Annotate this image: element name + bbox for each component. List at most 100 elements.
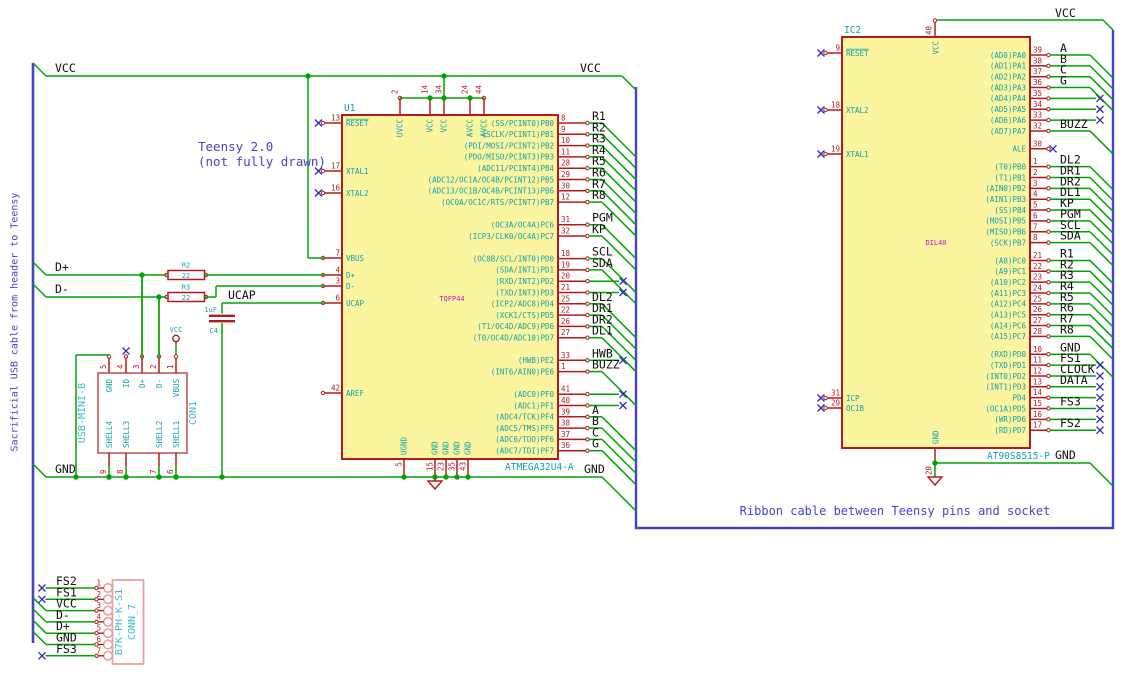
pin-number: 16 (1033, 410, 1043, 419)
pin-end (1046, 175, 1051, 180)
pin-name: (AD1)PA1 (990, 62, 1026, 71)
pin-name: (PDO/MISO/PCINT3)PB3 (464, 153, 554, 162)
pin-end (1046, 146, 1051, 152)
component-value: 1uF (204, 306, 217, 314)
pin-name: (TXD)PD1 (990, 361, 1026, 370)
pin-end (585, 414, 590, 419)
component-value: 22 (182, 294, 190, 302)
pin-number: 31 (831, 389, 840, 398)
net-label: SDA (592, 256, 613, 270)
pin-number: 26 (1033, 305, 1043, 314)
pin-number: 28 (1033, 327, 1043, 336)
pin-name: (T1/OC4D/ADC9)PD6 (477, 322, 554, 331)
pin-name: ID (122, 379, 131, 389)
pin-name: D+ (138, 379, 147, 389)
pin-end (585, 290, 590, 295)
pin-number: 24 (461, 84, 470, 94)
pin-name: (OC0B/SCL/INT0)PD0 (473, 254, 555, 263)
pin-end (1046, 63, 1051, 69)
pin-name: (HWB)PE2 (518, 356, 554, 365)
component-ref: R3 (182, 284, 190, 292)
pin-number: 8 (1033, 233, 1038, 242)
pin-number: 6 (96, 635, 101, 644)
pin-socket (102, 605, 114, 616)
pin-number: 18 (831, 101, 841, 110)
pin-number: 23 (1033, 273, 1042, 282)
pin-end (585, 166, 590, 171)
net-label: BUZZ (1060, 117, 1088, 131)
pin-end (1046, 334, 1051, 339)
pin-end (1046, 362, 1051, 368)
pin-number: 25 (1033, 294, 1042, 303)
pin-end (585, 132, 590, 137)
pin-number: 22 (1033, 262, 1042, 271)
net-label: DATA (1060, 373, 1088, 387)
pin-name: (AD6)PA6 (990, 116, 1027, 125)
pin-name: (SS/PCINT0)PB0 (491, 119, 555, 128)
pin-end (320, 120, 326, 126)
pin-name: RESET (846, 49, 869, 58)
pin-name: (MISO)PB6 (985, 228, 1026, 237)
pin-number: 39 (561, 407, 570, 416)
pin-number: 44 (475, 84, 484, 94)
pin-number: 1 (166, 364, 175, 369)
pin-name: (ADC6/TDO)PF6 (495, 435, 554, 444)
pin-name: (A9)PC1 (994, 267, 1026, 276)
pin-end (1046, 74, 1051, 79)
pin-name: (MOSI)PB5 (985, 217, 1026, 226)
pin-end (1046, 269, 1051, 274)
pin-number: 8 (561, 114, 566, 123)
pin-name: (A15)PC7 (990, 332, 1026, 341)
pin-number: 4 (335, 266, 340, 275)
pin-number: 21 (1033, 251, 1042, 260)
pin-name: (ADC7/TDI)PF7 (495, 447, 554, 456)
pin-name: (ICP3/CLK0/OC4A)PC7 (468, 232, 554, 241)
net-label: FS3 (1060, 395, 1081, 409)
pin-name: SHELL4 (105, 420, 114, 448)
pin-name: (AD2)PA2 (990, 73, 1026, 82)
component-ref: CON1 (188, 401, 199, 425)
pin-number: 32 (561, 227, 570, 236)
component-ref: IC2 (844, 25, 861, 36)
pin-number: 35 (1033, 89, 1042, 98)
pin-number: 6 (1033, 211, 1038, 220)
pin-end (1046, 164, 1051, 169)
wire (1089, 176, 1114, 202)
wire (1089, 54, 1114, 79)
pin-name: RESET (346, 119, 369, 128)
pin-number: 10 (561, 136, 571, 145)
pin-name: (INT6/AIN0)PE6 (491, 367, 555, 376)
net-label: GND (1055, 448, 1076, 462)
pin-socket (102, 639, 114, 650)
pin-number: 3 (132, 364, 141, 369)
pin-end (1046, 96, 1051, 101)
pin-number: 14 (421, 84, 430, 94)
wire (32, 463, 47, 478)
pin-end (585, 267, 590, 273)
pin-number: 5 (96, 624, 101, 633)
pin-socket (102, 616, 114, 628)
pin-end (823, 50, 828, 56)
pin-name: D+ (346, 271, 356, 280)
pin-name: (ADC1)PF1 (513, 401, 554, 410)
pin-end (585, 120, 590, 126)
pin-number: 15 (1033, 399, 1042, 408)
pin-end (1046, 128, 1051, 134)
net-label: D+ (55, 260, 69, 274)
pin-end (585, 301, 590, 306)
component-part: B7K-PH-K-S1 (114, 589, 125, 655)
teensy-note: Teensy 2.0 (not fully drawn) (198, 139, 326, 169)
pin-number: 11 (1033, 356, 1042, 365)
ribbon-cable-note: Ribbon cable between Teensy pins and soc… (739, 504, 1051, 518)
pin-name: (T0/OC4D/ADC10)PD7 (473, 334, 554, 343)
pin-name: ALE (1012, 145, 1026, 154)
pin-number: 12 (561, 193, 570, 202)
pin-end (1046, 197, 1051, 202)
pin-name: (SDA/INT1)PD1 (495, 266, 554, 275)
pin-end (1046, 240, 1051, 245)
wire (1089, 231, 1114, 256)
pin-number: 4 (116, 364, 125, 369)
pin-end (585, 403, 590, 408)
junction-dot (73, 474, 79, 480)
pin-number: 8 (116, 469, 125, 474)
